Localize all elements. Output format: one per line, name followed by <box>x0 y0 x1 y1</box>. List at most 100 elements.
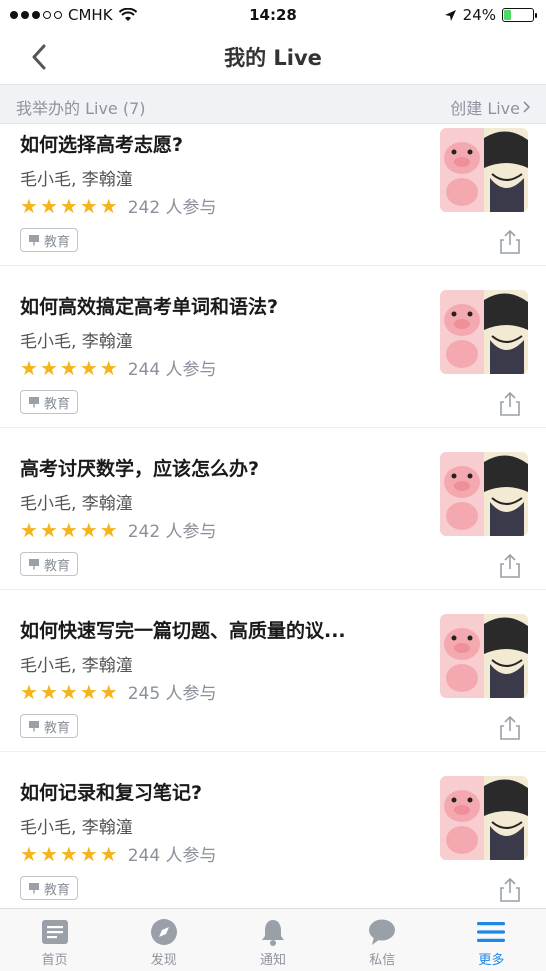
star-icon: ★ <box>99 355 118 380</box>
category-label: 教育 <box>44 396 71 412</box>
presentation-icon <box>29 559 39 570</box>
share-icon <box>500 715 520 740</box>
tab-label: 私信 <box>369 953 396 968</box>
category-label: 教育 <box>44 882 71 898</box>
live-speakers: 毛小毛, 李翰潼 <box>20 170 133 190</box>
live-title: 如何高效搞定高考单词和语法? <box>20 296 279 318</box>
live-list-item[interactable]: 如何高效搞定高考单词和语法? 毛小毛, 李翰潼 ★ ★ ★ ★ ★ 244 人参与 教育 <box>0 266 546 428</box>
star-icon: ★ <box>20 841 38 866</box>
presentation-icon <box>29 397 39 408</box>
share-button[interactable] <box>496 228 524 256</box>
live-cover-image <box>440 128 528 212</box>
star-icon: ★ <box>79 355 98 380</box>
star-icon: ★ <box>39 517 58 542</box>
home-icon <box>40 917 70 947</box>
star-icon: ★ <box>59 517 78 542</box>
live-speakers: 毛小毛, 李翰潼 <box>20 494 133 514</box>
app-screen: CMHK 14:28 24% 我的 Live 我举办的 Live (7) 创建 … <box>0 0 546 971</box>
live-cover-image <box>440 290 528 374</box>
live-speakers: 毛小毛, 李翰潼 <box>20 656 133 676</box>
star-icon: ★ <box>59 193 78 218</box>
star-icon: ★ <box>39 355 58 380</box>
category-tag[interactable]: 教育 <box>20 714 79 738</box>
battery-icon <box>502 8 537 22</box>
live-title: 如何记录和复习笔记? <box>20 782 203 804</box>
rating-row: ★ ★ ★ ★ ★ 242 人参与 <box>20 517 217 543</box>
presentation-icon <box>29 235 39 246</box>
bell-icon <box>258 917 288 947</box>
category-label: 教育 <box>44 234 71 250</box>
tab-discover[interactable]: 发现 <box>109 909 218 971</box>
create-live-label: 创建 Live <box>450 99 520 118</box>
tab-notifications[interactable]: 通知 <box>218 909 327 971</box>
share-button[interactable] <box>496 876 524 904</box>
live-cover-image <box>440 452 528 536</box>
compass-icon <box>149 917 179 947</box>
rating-row: ★ ★ ★ ★ ★ 244 人参与 <box>20 841 217 867</box>
navigation-bar: 我的 Live <box>0 30 546 84</box>
participant-count: 244 人参与 <box>127 846 217 866</box>
star-icon: ★ <box>79 841 98 866</box>
star-icon: ★ <box>99 193 118 218</box>
tab-messages[interactable]: 私信 <box>328 909 437 971</box>
live-list-item[interactable]: 如何记录和复习笔记? 毛小毛, 李翰潼 ★ ★ ★ ★ ★ 244 人参与 教育 <box>0 752 546 908</box>
category-tag[interactable]: 教育 <box>20 876 79 900</box>
status-bar: CMHK 14:28 24% <box>0 0 546 30</box>
star-icon: ★ <box>39 841 58 866</box>
chevron-right-icon <box>523 101 531 113</box>
battery-percent: 24% <box>462 6 496 24</box>
participant-count: 242 人参与 <box>127 522 217 542</box>
live-list-item[interactable]: 如何选择高考志愿? 毛小毛, 李翰潼 ★ ★ ★ ★ ★ 242 人参与 教育 <box>0 124 546 266</box>
star-icon: ★ <box>99 517 118 542</box>
share-icon <box>500 553 520 578</box>
tab-label: 首页 <box>41 953 68 968</box>
live-list: 如何选择高考志愿? 毛小毛, 李翰潼 ★ ★ ★ ★ ★ 242 人参与 教育 如何高效… <box>0 124 546 908</box>
category-tag[interactable]: 教育 <box>20 228 79 252</box>
location-arrow-icon <box>444 9 456 21</box>
create-live-link[interactable]: 创建 Live <box>450 95 532 119</box>
section-header: 我举办的 Live (7) 创建 Live <box>0 84 546 124</box>
live-speakers: 毛小毛, 李翰潼 <box>20 332 133 352</box>
rating-row: ★ ★ ★ ★ ★ 245 人参与 <box>20 679 217 705</box>
star-icon: ★ <box>99 841 118 866</box>
hosted-live-count: 我举办的 Live (7) <box>16 99 146 118</box>
category-tag[interactable]: 教育 <box>20 552 79 576</box>
menu-icon <box>476 917 506 947</box>
rating-row: ★ ★ ★ ★ ★ 244 人参与 <box>20 355 217 381</box>
share-icon <box>500 877 520 902</box>
rating-row: ★ ★ ★ ★ ★ 242 人参与 <box>20 193 217 219</box>
star-icon: ★ <box>59 355 78 380</box>
live-speakers: 毛小毛, 李翰潼 <box>20 818 133 838</box>
share-icon <box>500 229 520 254</box>
chat-icon <box>367 917 397 947</box>
tab-home[interactable]: 首页 <box>0 909 109 971</box>
live-list-item[interactable]: 高考讨厌数学，应该怎么办? 毛小毛, 李翰潼 ★ ★ ★ ★ ★ 242 人参与 教育 <box>0 428 546 590</box>
star-icon: ★ <box>79 193 98 218</box>
star-icon: ★ <box>39 679 58 704</box>
presentation-icon <box>29 883 39 894</box>
star-icon: ★ <box>39 193 58 218</box>
star-icon: ★ <box>79 679 98 704</box>
share-button[interactable] <box>496 390 524 418</box>
star-icon: ★ <box>59 841 78 866</box>
participant-count: 244 人参与 <box>127 360 217 380</box>
star-icon: ★ <box>79 517 98 542</box>
tab-bar: 首页 发现 通知 私信 更多 <box>0 908 546 971</box>
star-icon: ★ <box>20 679 38 704</box>
status-right: 24% <box>444 6 537 24</box>
category-tag[interactable]: 教育 <box>20 390 79 414</box>
participant-count: 245 人参与 <box>127 684 217 704</box>
category-label: 教育 <box>44 720 71 736</box>
tab-label: 通知 <box>260 953 287 968</box>
participant-count: 242 人参与 <box>127 198 217 218</box>
tab-label: 更多 <box>478 953 505 968</box>
star-icon: ★ <box>20 355 38 380</box>
share-button[interactable] <box>496 552 524 580</box>
live-title: 如何选择高考志愿? <box>20 134 184 156</box>
page-title: 我的 Live <box>224 46 322 70</box>
tab-more[interactable]: 更多 <box>437 909 546 971</box>
share-button[interactable] <box>496 714 524 742</box>
star-icon: ★ <box>20 193 38 218</box>
live-list-item[interactable]: 如何快速写完一篇切题、高质量的议... 毛小毛, 李翰潼 ★ ★ ★ ★ ★ 245 人… <box>0 590 546 752</box>
star-icon: ★ <box>20 517 38 542</box>
